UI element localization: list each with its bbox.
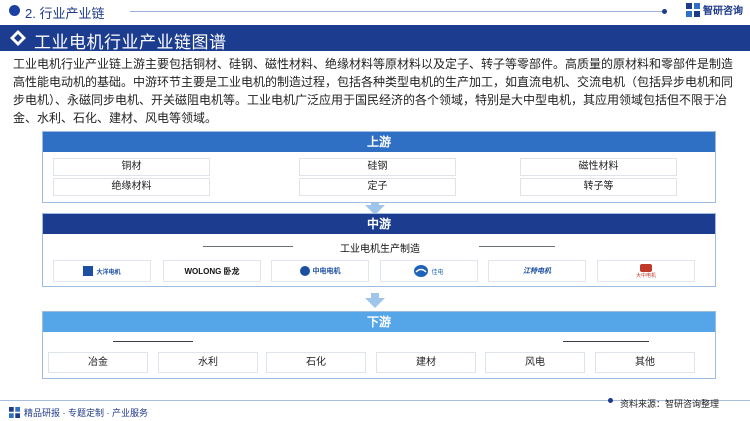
company-mark-icon (83, 266, 94, 276)
company-mark-icon (414, 265, 429, 277)
upstream-item: 转子等 (520, 178, 677, 196)
page-title: 工业电机行业产业链图谱 (34, 33, 227, 52)
upstream-item: 磁性材料 (520, 158, 677, 176)
company-logo: 佳电 (380, 260, 478, 282)
company-name: 大中电机 (635, 272, 656, 279)
downstream-header: 下游 (43, 312, 715, 332)
downstream-item: 水利 (158, 352, 258, 373)
company-mark-icon (639, 263, 652, 272)
diamond-icon (10, 30, 26, 46)
downstream-item: 其他 (595, 352, 695, 373)
title-banner: 工业电机行业产业链图谱 (0, 25, 750, 52)
intro-paragraph: 工业电机行业产业链上游主要包括铜材、硅钢、磁性材料、绝缘材料等原材料以及定子、转… (13, 57, 734, 125)
section-bullet-icon (9, 5, 20, 16)
company-mark-icon (299, 266, 310, 276)
upstream-item: 绝缘材料 (53, 178, 210, 196)
upstream-item: 定子 (299, 178, 456, 196)
midstream-section: 中游 工业电机生产制造 大洋电机 WOLONG 卧龙 中电电机 佳电 江特电机 … (42, 213, 716, 287)
downstream-item: 建材 (376, 352, 476, 373)
section-label: 2. 行业产业链 (25, 6, 105, 21)
footer-divider-dot (608, 398, 613, 403)
brand-name: 智研咨询 (703, 6, 743, 17)
subtitle-divider-right (479, 246, 555, 247)
company-name: 中电电机 (312, 268, 341, 275)
footer-tagline-group: 精品研报 · 专题定制 · 产业服务 (9, 406, 148, 419)
downstream-item: 石化 (266, 352, 366, 373)
downstream-divider-left (113, 341, 193, 342)
top-bar: 2. 行业产业链 智研咨询 (0, 0, 750, 24)
upstream-header: 上游 (43, 132, 715, 152)
company-name: 大洋电机 (96, 269, 121, 276)
brand-icon (9, 407, 20, 418)
upstream-item: 铜材 (53, 158, 210, 176)
flow-arrow-icon (365, 298, 385, 308)
company-name: 佳电 (431, 269, 444, 276)
source-note: 资料来源：智研咨询整理 (620, 399, 720, 409)
downstream-item: 风电 (485, 352, 585, 373)
brand-icon (686, 2, 700, 17)
footer-tagline: 精品研报 · 专题定制 · 产业服务 (24, 408, 148, 418)
company-logo: WOLONG 卧龙 (163, 260, 261, 282)
subtitle-divider-left (203, 246, 293, 247)
downstream-item: 冶金 (48, 352, 148, 373)
header-divider-dot (662, 9, 667, 14)
company-logo: 大洋电机 (53, 260, 151, 282)
company-logo: 中电电机 (271, 260, 369, 282)
company-logo: 大中电机 (597, 260, 695, 282)
downstream-section: 下游 冶金 水利 石化 建材 风电 其他 (42, 311, 716, 379)
header-divider (130, 11, 662, 12)
company-name: 江特电机 (523, 268, 551, 275)
midstream-header: 中游 (43, 214, 715, 234)
brand-logo: 智研咨询 (686, 2, 743, 17)
company-logo: 江特电机 (488, 260, 586, 282)
downstream-divider-right (563, 341, 649, 342)
upstream-section: 上游 铜材 硅钢 磁性材料 绝缘材料 定子 转子等 (42, 131, 716, 203)
upstream-item: 硅钢 (299, 158, 456, 176)
midstream-subtitle: 工业电机生产制造 (340, 244, 420, 255)
company-name: WOLONG 卧龙 (184, 266, 240, 276)
